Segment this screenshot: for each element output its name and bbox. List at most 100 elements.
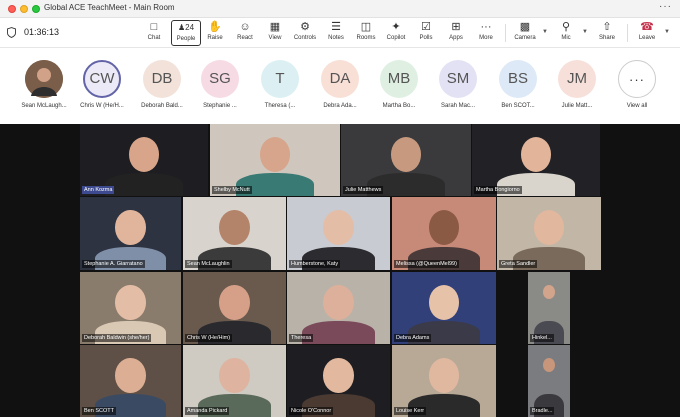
avatar-initials: SG	[201, 60, 239, 98]
video-tile[interactable]: Theresa	[287, 272, 390, 344]
shield-icon	[7, 27, 16, 38]
rooms-icon: ◫	[360, 21, 372, 33]
rooms-button[interactable]: ◫ Rooms	[351, 20, 381, 46]
camera-button[interactable]: ▩ Camera	[510, 20, 540, 46]
participant-name: Stephanie ...	[203, 103, 237, 109]
maximize-window-button[interactable]	[32, 5, 40, 13]
mic-button[interactable]: ⚲ Mic	[551, 20, 581, 46]
avatar-initials: BS	[499, 60, 537, 98]
video-tile[interactable]: Hinkel...	[528, 272, 570, 344]
participant-avatar-item[interactable]: MB Martha Bo...	[369, 60, 429, 109]
video-tile[interactable]: Shelby McNutt	[210, 124, 340, 196]
video-tile[interactable]: Amanda Pickard	[183, 345, 286, 417]
controls-button[interactable]: ⚙ Controls	[290, 20, 320, 46]
camera-options-chevron-icon[interactable]: ▼	[542, 29, 548, 35]
participant-avatar-item[interactable]: SM Sarah Mac...	[428, 60, 488, 109]
video-tile[interactable]: Bradle...	[528, 345, 570, 417]
participant-avatar-item[interactable]: CW Chris W (He/H...	[72, 60, 132, 109]
video-tile[interactable]: Melissa (@QueenMel99)	[392, 197, 496, 270]
chat-button[interactable]: □ Chat	[139, 20, 169, 46]
raise-hand-button[interactable]: ✋ Raise	[200, 20, 230, 46]
notes-button[interactable]: ☰ Notes	[321, 20, 351, 46]
participant-avatar-item[interactable]: DB Deborah Bald...	[132, 60, 192, 109]
participant-video	[302, 320, 375, 344]
minimize-window-button[interactable]	[20, 5, 28, 13]
avatar-initials: JM	[558, 60, 596, 98]
participant-name: Julie Matt...	[561, 103, 593, 109]
apps-label: Apps	[449, 35, 463, 41]
polls-label: Polls	[419, 35, 433, 41]
tile-name-label: Amanda Pickard	[185, 407, 230, 415]
participant-avatar-item[interactable]: Sean McLaugh...	[14, 60, 74, 109]
view-all-button[interactable]: ··· View all	[607, 60, 667, 109]
avatar-initials: DA	[321, 60, 359, 98]
raise-label: Raise	[207, 35, 223, 41]
avatar-initials: CW	[83, 60, 121, 98]
video-tile[interactable]: Ben SCOTT	[80, 345, 181, 417]
mic-label: Mic	[561, 35, 571, 41]
tile-name-label: Shelby McNutt	[212, 186, 252, 194]
video-tile[interactable]: Martha Bongiorno	[472, 124, 600, 196]
camera-label: Camera	[514, 35, 536, 41]
participant-video	[520, 136, 552, 172]
leave-options-chevron-icon[interactable]: ▼	[664, 29, 670, 35]
leave-button[interactable]: ☎ Leave	[632, 20, 662, 46]
close-window-button[interactable]	[8, 5, 16, 13]
apps-button[interactable]: ⊞ Apps	[441, 20, 471, 46]
more-button[interactable]: ··· More	[471, 20, 501, 46]
view-button[interactable]: ▦ View	[260, 20, 290, 46]
avatar-initials: MB	[380, 60, 418, 98]
participant-avatar-item[interactable]: SG Stephanie ...	[190, 60, 250, 109]
smiley-icon: ☺	[239, 21, 251, 33]
video-tile[interactable]: Nicole O'Connor	[287, 345, 390, 417]
video-tile[interactable]: Louise Kerr	[392, 345, 496, 417]
video-tile[interactable]: Humberstone, Katy	[287, 197, 390, 270]
grid-icon: ▦	[269, 21, 281, 33]
controls-label: Controls	[293, 35, 317, 41]
copilot-button[interactable]: ✦ Copilot	[381, 20, 411, 46]
window-more-icon[interactable]: ···	[659, 1, 672, 12]
tile-name-label: Sean McLaughlin	[185, 260, 232, 268]
hand-icon: ✋	[208, 21, 222, 33]
mic-options-chevron-icon[interactable]: ▼	[582, 29, 588, 35]
participant-avatar-item[interactable]: BS Ben SCOT...	[488, 60, 548, 109]
chat-icon: □	[150, 21, 158, 33]
react-label: React	[237, 35, 253, 41]
participant-name: Sean McLaugh...	[21, 103, 67, 109]
tile-name-label: Martha Bongiorno	[474, 186, 522, 194]
video-tile[interactable]: Stephanie A. Giarratano	[80, 197, 181, 270]
participant-video	[542, 357, 556, 373]
video-tile[interactable]: Debra Adams	[392, 272, 496, 344]
video-tile[interactable]: Chris W (He/Him)	[183, 272, 286, 344]
participant-name: Deborah Bald...	[141, 103, 183, 109]
video-tile[interactable]: Greta Sandler	[497, 197, 601, 270]
window-titlebar: Global ACE TeachMeet - Main Room ···	[0, 0, 680, 18]
toolbar-divider	[505, 24, 506, 42]
camera-icon: ▩	[519, 21, 531, 33]
copilot-icon: ✦	[391, 21, 401, 33]
polls-button[interactable]: ☑ Polls	[411, 20, 441, 46]
react-button[interactable]: ☺ React	[230, 20, 260, 46]
tile-name-label: Ben SCOTT	[82, 407, 116, 415]
video-tile[interactable]: Ann Kozma	[80, 124, 208, 196]
video-tile[interactable]: Deborah Baldwin (she/her)	[80, 272, 181, 344]
avatar-initials: SM	[439, 60, 477, 98]
more-icon: ···	[480, 21, 492, 33]
people-button[interactable]: ♟24 People	[171, 20, 201, 46]
participant-avatar-item[interactable]: JM Julie Matt...	[547, 60, 607, 109]
polls-icon: ☑	[421, 21, 431, 33]
notes-label: Notes	[328, 35, 344, 41]
share-button[interactable]: ⇧ Share	[592, 20, 622, 46]
video-tile[interactable]: Sean McLaughlin	[183, 197, 286, 270]
people-label: People	[176, 36, 196, 42]
participant-avatar-item[interactable]: DA Debra Ada...	[310, 60, 370, 109]
tile-name-label: Stephanie A. Giarratano	[82, 260, 145, 268]
video-tile[interactable]: Julie Matthews	[341, 124, 471, 196]
participant-avatar-item[interactable]: T Theresa (...	[250, 60, 310, 109]
participant-video	[428, 357, 460, 393]
window-title: Global ACE TeachMeet - Main Room	[44, 3, 175, 12]
leave-label: Leave	[638, 35, 656, 41]
more-icon: ···	[618, 60, 656, 98]
participant-video	[219, 284, 250, 320]
participant-video	[115, 284, 146, 320]
